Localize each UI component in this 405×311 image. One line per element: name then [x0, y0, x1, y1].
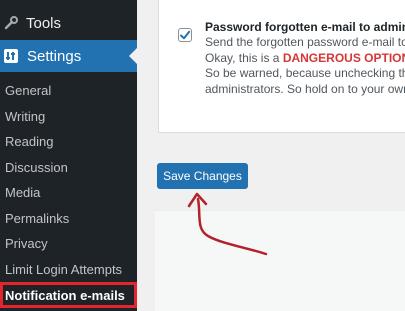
- menu-item-label: Settings: [27, 47, 82, 65]
- current-menu-pointer: [129, 48, 137, 64]
- checkmark-icon: [180, 30, 191, 40]
- submenu-item-writing[interactable]: Writing: [0, 104, 137, 130]
- submenu-item-permalinks[interactable]: Permalinks: [0, 206, 137, 232]
- submenu-item-privacy[interactable]: Privacy: [0, 231, 137, 257]
- submenu-item-limit-login-attempts[interactable]: Limit Login Attempts: [0, 257, 137, 283]
- content-panel: [155, 210, 405, 311]
- menu-item-settings[interactable]: Settings: [0, 40, 137, 72]
- password-email-checkbox[interactable]: [178, 28, 192, 42]
- submenu-item-general[interactable]: General: [0, 78, 137, 104]
- option-line-1: Send the forgotten password e-mail to: [205, 35, 405, 50]
- option-line-3: So be warned, because unchecking this: [205, 66, 405, 81]
- danger-warning-text: DANGEROUS OPTION !: [282, 50, 405, 65]
- option-line-2-text: Okay, this is a: [205, 50, 283, 65]
- submenu-item-media[interactable]: Media: [0, 180, 137, 206]
- admin-screen: Tools Settings General Writing Reading D…: [0, 0, 405, 311]
- submenu-item-reading[interactable]: Reading: [0, 129, 137, 155]
- admin-sidebar: Tools Settings General Writing Reading D…: [0, 0, 137, 311]
- settings-sliders-icon: [3, 48, 19, 64]
- submenu-item-notification-emails[interactable]: Notification e-mails: [0, 282, 137, 308]
- submenu-item-discussion[interactable]: Discussion: [0, 155, 137, 181]
- menu-item-tools[interactable]: Tools: [0, 8, 137, 38]
- wrench-icon: [4, 14, 18, 32]
- menu-item-label: Tools: [26, 14, 62, 32]
- option-title: Password forgotten e-mail to administ: [205, 20, 405, 34]
- settings-submenu: General Writing Reading Discussion Media…: [0, 78, 137, 308]
- option-line-2: Okay, this is a DANGEROUS OPTION !: [205, 51, 405, 66]
- option-line-4: administrators. So hold on to your own: [205, 81, 405, 96]
- save-changes-button[interactable]: Save Changes: [157, 163, 248, 189]
- option-description: Password forgotten e-mail to administ Se…: [205, 20, 405, 97]
